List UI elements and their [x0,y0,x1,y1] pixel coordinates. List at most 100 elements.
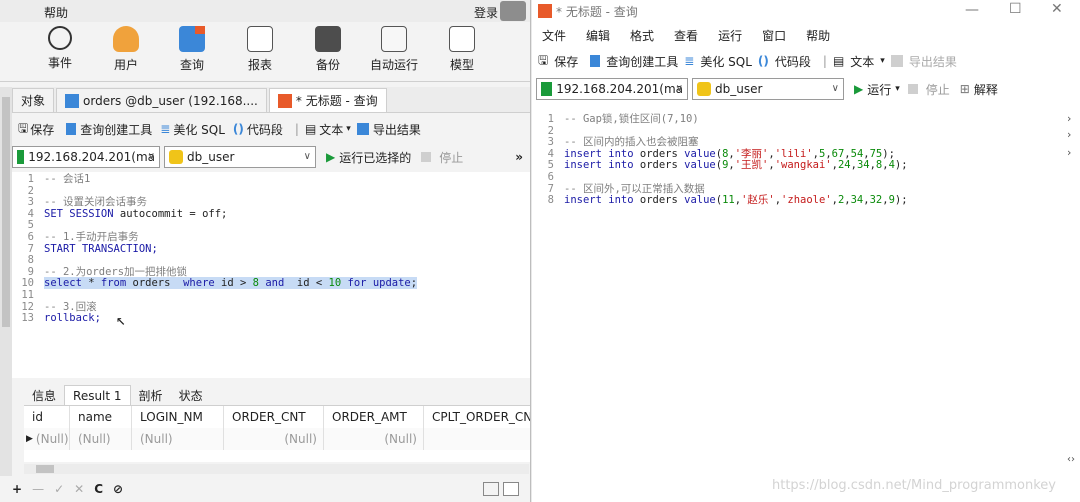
connection-select[interactable]: 192.168.204.201(ma ∨ [12,146,160,168]
avatar[interactable] [500,1,526,21]
discard-changes-button[interactable]: ✕ [74,482,84,496]
chevron-down-icon[interactable]: ▾ [880,56,885,66]
menu-edit[interactable]: 编辑 [586,27,610,44]
save-button[interactable]: 保存 [554,53,578,70]
text-button[interactable]: 文本 [319,121,343,138]
code-line[interactable]: 10 select * from orders where id > 8 and … [12,277,530,290]
stop-refresh-button[interactable]: ⊘ [113,482,123,496]
menu-view[interactable]: 查看 [674,27,698,44]
beautify-sql-button[interactable]: 美化 SQL [700,53,752,70]
add-record-button[interactable]: + [12,482,22,496]
export-results-button[interactable]: 导出结果 [909,53,957,70]
ribbon-label: 查询 [179,58,204,72]
beautify-sql-button[interactable]: 美化 SQL [173,121,225,138]
query-builder-button[interactable]: 查询创建工具 [606,53,678,70]
tab-objects[interactable]: 对象 [12,88,55,112]
maximize-icon[interactable]: ☐ [1009,1,1022,17]
form-view-icon[interactable] [503,482,519,496]
grid-header[interactable]: name [70,406,132,428]
ribbon-event-button[interactable]: 事件 [30,26,90,71]
tab-profile[interactable]: 剖析 [131,385,171,405]
menu-format[interactable]: 格式 [630,27,654,44]
code-line[interactable]: 13 rollback; [12,312,530,325]
automation-icon [381,26,407,52]
chevron-down-icon[interactable]: ▾ [346,124,351,134]
stop-button[interactable]: 停止 [439,149,463,166]
ribbon-backup-button[interactable]: 备份 [298,26,358,73]
table-row[interactable]: ▶ (Null) (Null) (Null) (Null) (Null) [24,428,530,450]
right-sql-editor[interactable]: 1 -- Gap锁,锁住区间(7,10) 2 3 -- 区间内的插入也会被阻塞 4 inse… [532,108,1072,448]
grid-header[interactable]: ORDER_AMT [324,406,424,428]
menu-window[interactable]: 窗口 [762,27,786,44]
apply-changes-button[interactable]: ✓ [54,482,64,496]
grid-header[interactable]: LOGIN_NM [132,406,224,428]
grid-cell[interactable] [424,428,530,450]
scroll-thumb[interactable] [2,97,10,327]
explain-button[interactable]: 解释 [974,81,998,98]
scroll-arrows-icon[interactable]: ‹› [1067,454,1075,465]
grid-cell[interactable]: (Null) [224,428,324,450]
refresh-button[interactable]: C [94,482,103,496]
stop-button[interactable]: 停止 [926,81,950,98]
code-line[interactable]: 4 SET SESSION autocommit = off; [12,208,530,221]
tab-result-1[interactable]: Result 1 [64,385,131,405]
code-text: -- 2.为orders加一把排他锁 [44,265,188,278]
ribbon-automation-button[interactable]: 自动运行 [364,26,424,73]
grid-header[interactable]: CPLT_ORDER_CN [424,406,530,428]
query-builder-button[interactable]: 查询创建工具 [80,121,152,138]
ribbon-user-button[interactable]: 用户 [96,26,156,73]
grid-cell[interactable]: (Null) [70,428,132,450]
menu-help[interactable]: 帮助 [806,27,830,44]
horizontal-scrollbar[interactable] [24,464,529,474]
code-line[interactable]: 7 START TRANSACTION; [12,243,530,256]
menu-file[interactable]: 文件 [542,27,566,44]
connection-select[interactable]: 192.168.204.201(ma ∨ [536,78,688,100]
ribbon-model-button[interactable]: 模型 [432,26,492,73]
code-text: rollback; [44,312,101,325]
grid-header[interactable]: ORDER_CNT [224,406,324,428]
overflow-chevron-icon[interactable]: » [515,150,523,164]
minimize-icon[interactable]: — [965,2,979,18]
grid-header-row: id name LOGIN_NM ORDER_CNT ORDER_AMT CPL… [24,406,530,428]
delete-record-button[interactable]: — [32,482,44,496]
export-results-button[interactable]: 导出结果 [373,121,421,138]
tab-orders-table[interactable]: orders @db_user (192.168.... [56,88,267,112]
ribbon-report-button[interactable]: 报表 [230,26,290,73]
line-number: 1 [27,173,34,185]
code-line[interactable]: 1 -- 会话1 [12,173,530,186]
login-button[interactable]: 登录 [474,4,498,21]
menu-help[interactable]: 帮助 [44,4,68,21]
snippet-button[interactable]: 代码段 [247,121,283,138]
line-number: 11 [21,288,34,301]
tab-status[interactable]: 状态 [171,385,211,405]
run-selected-button[interactable]: 运行已选择的 [339,149,411,166]
code-line[interactable]: 8 insert into orders value(11,'赵乐','zhaol… [532,194,1072,207]
close-icon[interactable]: ✕ [1051,1,1063,17]
tab-info[interactable]: 信息 [24,385,64,405]
ribbon-query-button[interactable]: 查询 [162,26,222,73]
grid-cell[interactable]: (Null) [324,428,424,450]
save-button[interactable]: 保存 [30,121,54,138]
tab-untitled-query[interactable]: * 无标题 - 查询 [268,88,387,112]
grid-cell[interactable]: ▶ (Null) [24,428,70,450]
database-select[interactable]: db_user ∨ [164,146,316,168]
run-button[interactable]: 运行 [867,81,891,98]
grid-header[interactable]: id [24,406,70,428]
code-line[interactable]: 1 -- Gap锁,锁住区间(7,10) [532,113,1072,126]
grid-view-icon[interactable] [483,482,499,496]
grid-cell[interactable]: (Null) [132,428,224,450]
snippet-button[interactable]: 代码段 [775,53,811,70]
chevron-right-icon[interactable]: › [1067,146,1071,159]
chevron-right-icon[interactable]: › [1067,128,1071,141]
code-line[interactable]: 5 insert into orders value(9,'王凯','wangka… [532,160,1072,172]
chevron-down-icon[interactable]: ▾ [895,84,900,94]
text-button[interactable]: 文本 [850,53,874,70]
chevron-right-icon[interactable]: › [1067,112,1071,125]
left-vertical-scrollbar[interactable] [0,87,12,502]
database-select[interactable]: db_user ∨ [692,78,844,100]
menu-run[interactable]: 运行 [718,27,742,44]
left-sql-editor[interactable]: 1 -- 会话1 2 3 -- 设置关闭会话事务 4 SET SESSION autocom… [12,172,530,378]
chevron-down-icon: ∨ [675,83,683,94]
scroll-thumb[interactable] [36,465,54,473]
tab-label: orders @db_user (192.168.... [83,93,258,108]
